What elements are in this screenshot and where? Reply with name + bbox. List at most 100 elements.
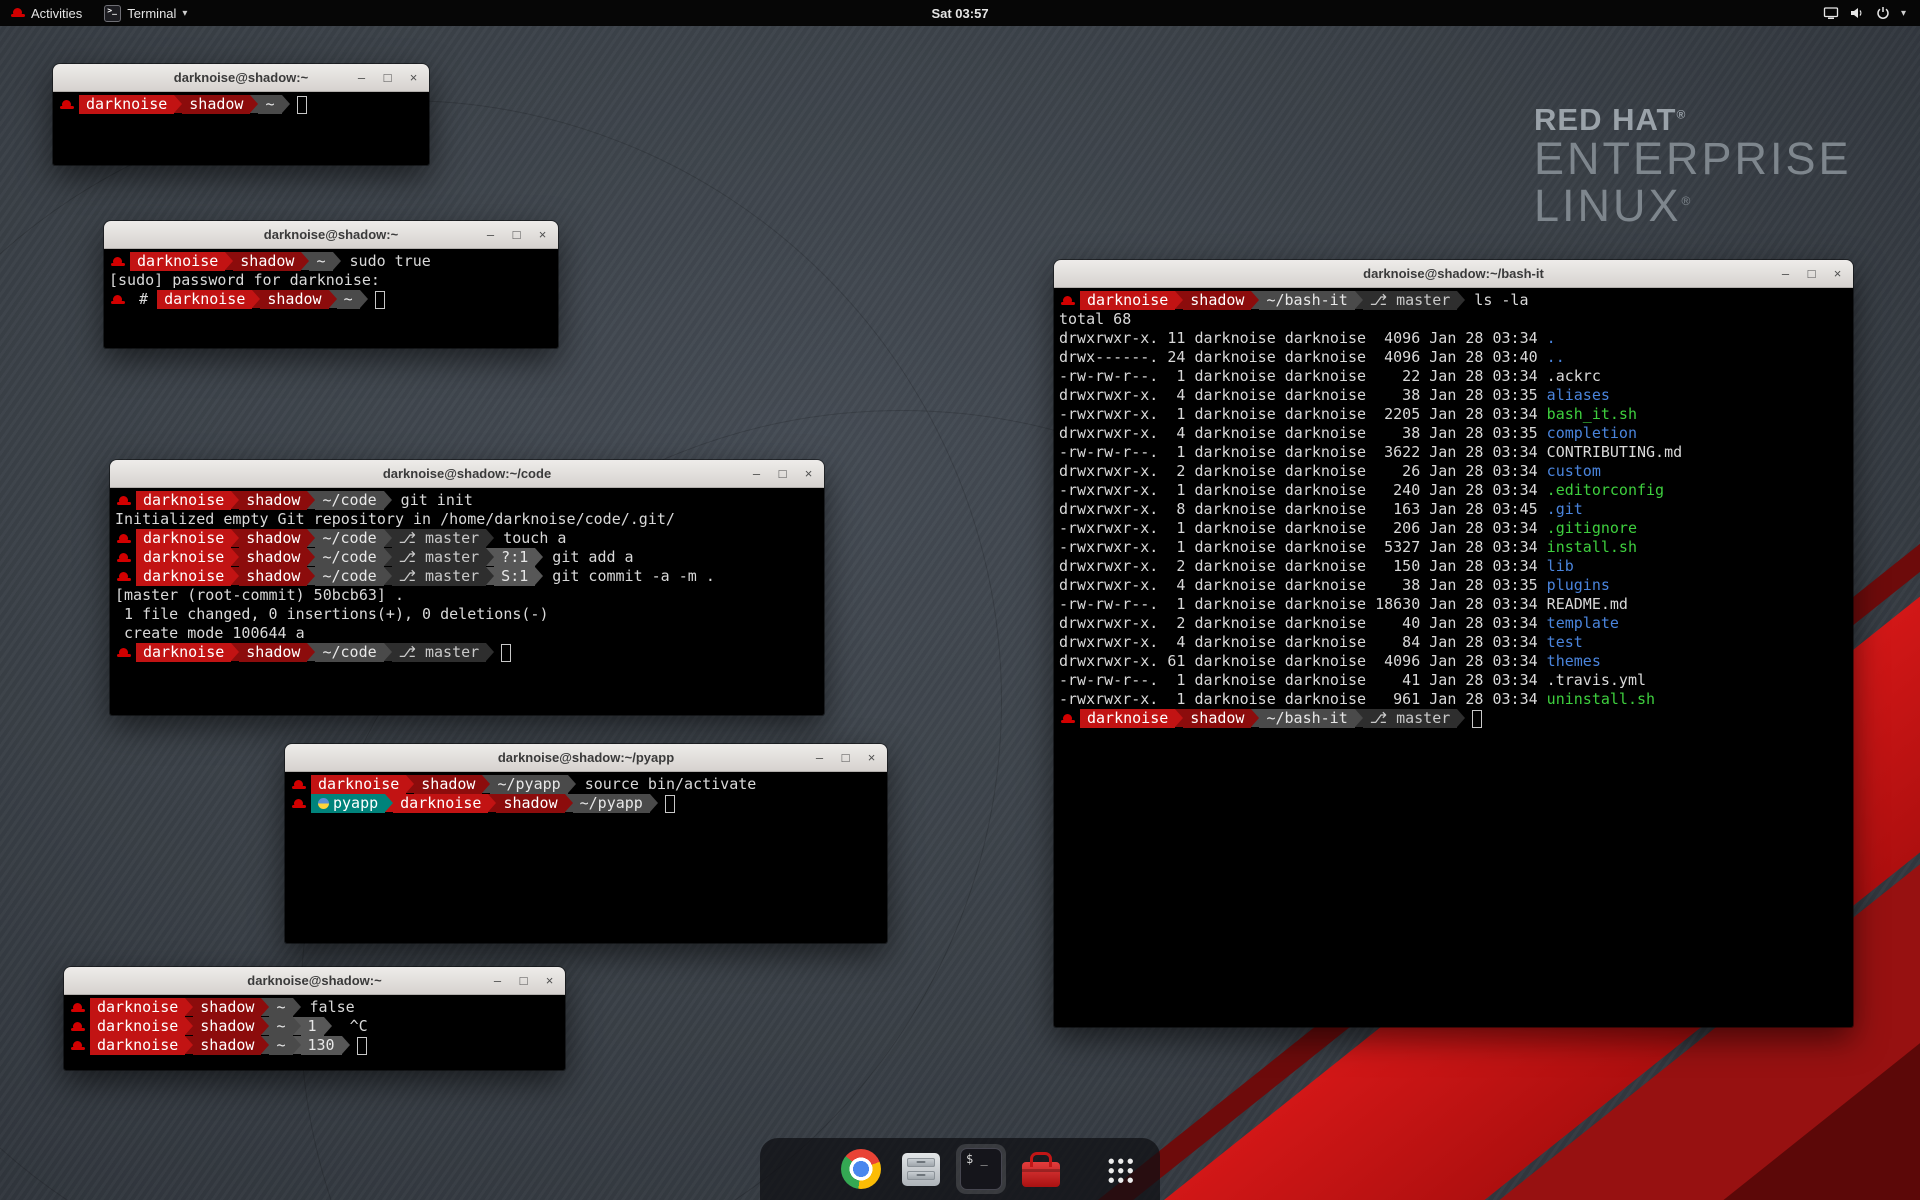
- clock[interactable]: Sat 03:57: [931, 6, 988, 21]
- redhat-prompt-icon: [111, 294, 125, 306]
- prompt-segment: shadow: [239, 548, 307, 567]
- window-titlebar[interactable]: darknoise@shadow:~/bash-it–□×: [1054, 260, 1853, 288]
- dock: [760, 1138, 1160, 1200]
- minimize-button[interactable]: –: [748, 465, 765, 482]
- powerline-arrow-icon: [282, 95, 290, 113]
- terminal-content[interactable]: darknoiseshadow~: [53, 92, 429, 165]
- minimize-button[interactable]: –: [482, 226, 499, 243]
- maximize-button[interactable]: □: [379, 69, 396, 86]
- terminal-line: drwx------. 24 darknoise darknoise 4096 …: [1059, 348, 1848, 367]
- dock-terminal[interactable]: [956, 1144, 1006, 1194]
- prompt-segment: shadow: [193, 998, 261, 1017]
- terminal-line: darknoiseshadow~130: [69, 1036, 560, 1055]
- terminal-line: total 68: [1059, 310, 1848, 329]
- window-titlebar[interactable]: darknoise@shadow:~–□×: [64, 967, 565, 995]
- window-titlebar[interactable]: darknoise@shadow:~–□×: [53, 64, 429, 92]
- powerline-arrow-icon: [486, 567, 494, 585]
- window-controls: –□ ×: [353, 64, 422, 91]
- directory-name: template: [1547, 614, 1619, 633]
- terminal-text: Initialized empty Git repository in /hom…: [115, 510, 675, 529]
- terminal-text: drwxrwxr-x. 11 darknoise darknoise 4096 …: [1059, 329, 1547, 348]
- terminal-text: git commit -a -m .: [543, 567, 715, 586]
- close-button[interactable]: ×: [534, 226, 551, 243]
- close-button[interactable]: ×: [863, 749, 880, 766]
- executable-name: .editorconfig: [1547, 481, 1664, 500]
- terminal-content[interactable]: darknoiseshadow~ falsedarknoiseshadow~1 …: [64, 995, 565, 1070]
- minimize-button[interactable]: –: [489, 972, 506, 989]
- powerline-arrow-icon: [486, 643, 494, 661]
- powerline-arrow-icon: [384, 491, 392, 509]
- powerline-arrow-icon: [252, 290, 260, 308]
- dock-files[interactable]: [896, 1144, 946, 1194]
- powerline-arrow-icon: [307, 548, 315, 566]
- powerline-arrow-icon: [406, 775, 414, 793]
- powerline-arrow-icon: [384, 567, 392, 585]
- window-titlebar[interactable]: darknoise@shadow:~ –□ ×: [104, 221, 558, 249]
- terminal-content[interactable]: darknoiseshadow~/bash-it⎇ master ls -lat…: [1054, 288, 1853, 1027]
- prompt-segment: darknoise: [79, 95, 174, 114]
- maximize-button[interactable]: □: [837, 749, 854, 766]
- window-title: darknoise@shadow:~/code: [383, 466, 551, 481]
- prompt-segment: ~/code: [315, 529, 383, 548]
- app-menu-terminal[interactable]: Terminal ▾: [93, 0, 198, 26]
- close-button[interactable]: ×: [541, 972, 558, 989]
- minimize-button[interactable]: –: [811, 749, 828, 766]
- powerline-arrow-icon: [1175, 709, 1183, 727]
- dock-firefox[interactable]: [776, 1144, 826, 1194]
- system-status-area[interactable]: ▾: [1823, 0, 1920, 26]
- maximize-button[interactable]: □: [508, 226, 525, 243]
- powerline-arrow-icon: [231, 643, 239, 661]
- dock-toolbox[interactable]: [1016, 1144, 1066, 1194]
- prompt-segment: ~: [269, 1036, 292, 1055]
- maximize-button[interactable]: □: [774, 465, 791, 482]
- terminal-line: drwxrwxr-x. 11 darknoise darknoise 4096 …: [1059, 329, 1848, 348]
- drawer-shape: [907, 1158, 935, 1167]
- terminal-text: ^C: [332, 1017, 368, 1036]
- dock-chrome[interactable]: [836, 1144, 886, 1194]
- powerline-arrow-icon: [1355, 709, 1363, 727]
- window-titlebar[interactable]: darknoise@shadow:~/code –□ ×: [110, 460, 824, 488]
- close-button[interactable]: ×: [800, 465, 817, 482]
- terminal-line: create mode 100644 a: [115, 624, 819, 643]
- redhat-prompt-icon: [117, 571, 131, 583]
- dock-app-grid[interactable]: [1094, 1144, 1144, 1194]
- terminal-line: drwxrwxr-x. 2 darknoise darknoise 150 Ja…: [1059, 557, 1848, 576]
- chevron-down-icon: ▾: [1901, 8, 1906, 19]
- terminal-content[interactable]: darknoiseshadow~/code git initInitialize…: [110, 488, 824, 715]
- powerline-arrow-icon: [384, 529, 392, 547]
- terminal-text: sudo true: [341, 252, 431, 271]
- minimize-button[interactable]: –: [1777, 265, 1794, 282]
- maximize-button[interactable]: □: [1803, 265, 1820, 282]
- display-icon: [1823, 5, 1839, 21]
- powerline-arrow-icon: [185, 1036, 193, 1054]
- window-titlebar[interactable]: darknoise@shadow:~/pyapp–□×: [285, 744, 887, 772]
- terminal-text: -rwxrwxr-x. 1 darknoise darknoise 206 Ja…: [1059, 519, 1547, 538]
- prompt-segment: shadow: [260, 290, 328, 309]
- powerline-arrow-icon: [329, 290, 337, 308]
- terminal-line: -rw-rw-r--. 1 darknoise darknoise 22 Jan…: [1059, 367, 1848, 386]
- prompt-segment: pyapp: [311, 794, 385, 813]
- close-button[interactable]: ×: [405, 69, 422, 86]
- terminal-text: git init: [392, 491, 473, 510]
- terminal-window: darknoise@shadow:~–□×darknoiseshadow~: [53, 64, 429, 165]
- powerline-arrow-icon: [324, 1017, 332, 1035]
- terminal-text: create mode 100644 a: [115, 624, 305, 643]
- window-title: darknoise@shadow:~: [264, 227, 398, 242]
- close-button[interactable]: ×: [1829, 265, 1846, 282]
- terminal-text: drwxrwxr-x. 61 darknoise darknoise 4096 …: [1059, 652, 1547, 671]
- minimize-button[interactable]: –: [353, 69, 370, 86]
- powerline-arrow-icon: [1355, 291, 1363, 309]
- python-icon: [318, 798, 329, 809]
- terminal-content[interactable]: darknoiseshadow~ sudo true[sudo] passwor…: [104, 249, 558, 348]
- powerline-arrow-icon: [250, 95, 258, 113]
- prompt-segment: ⎇ master: [392, 643, 487, 662]
- app-menu-label: Terminal: [127, 6, 176, 21]
- terminal-line: -rwxrwxr-x. 1 darknoise darknoise 206 Ja…: [1059, 519, 1848, 538]
- terminal-line: drwxrwxr-x. 8 darknoise darknoise 163 Ja…: [1059, 500, 1848, 519]
- maximize-button[interactable]: □: [515, 972, 532, 989]
- prompt-segment: shadow: [239, 529, 307, 548]
- activities-button[interactable]: Activities: [0, 0, 93, 26]
- terminal-content[interactable]: darknoiseshadow~/pyapp source bin/activa…: [285, 772, 887, 943]
- terminal-cursor: [665, 795, 675, 813]
- terminal-text: false: [301, 998, 355, 1017]
